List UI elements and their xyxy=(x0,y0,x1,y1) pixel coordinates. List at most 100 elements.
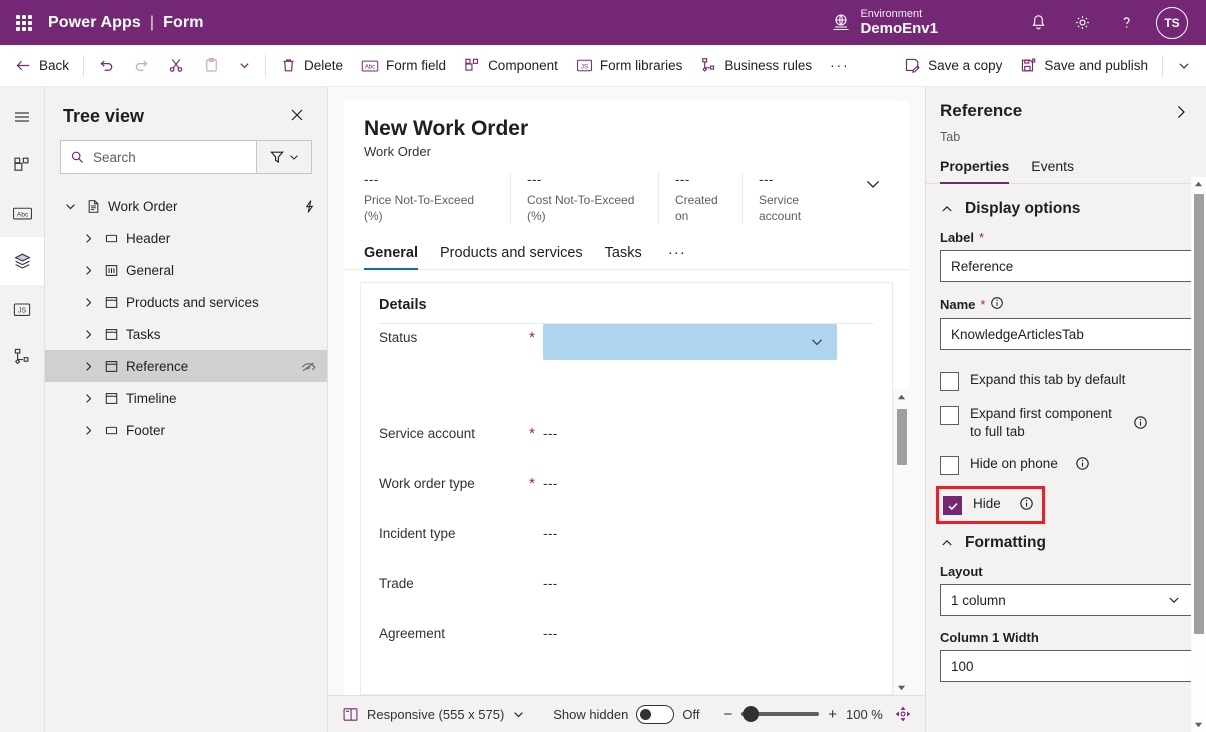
scrollbar-track[interactable] xyxy=(894,405,909,679)
rail-item-fields[interactable]: Abc xyxy=(0,189,44,237)
save-options-button[interactable] xyxy=(1168,50,1200,82)
chevron-right-icon[interactable] xyxy=(77,328,99,341)
tab-properties[interactable]: Properties xyxy=(940,152,1010,184)
chevron-right-icon[interactable] xyxy=(77,424,99,437)
save-and-publish-button[interactable]: Save and publish xyxy=(1011,50,1157,82)
search-input[interactable] xyxy=(93,149,247,165)
column-width-input[interactable] xyxy=(940,650,1192,683)
details-section[interactable]: Details Status * Service account * --- W… xyxy=(360,282,893,695)
scrollbar-thumb[interactable] xyxy=(897,409,907,465)
question-mark-icon[interactable] xyxy=(1106,0,1146,45)
business-rules-button[interactable]: Business rules xyxy=(691,50,821,82)
rail-item-business-rules[interactable] xyxy=(0,333,44,381)
checkbox-hide[interactable]: Hide xyxy=(943,493,1034,517)
zoom-out-button[interactable]: − xyxy=(723,706,732,723)
cut-button[interactable] xyxy=(159,50,194,82)
checkbox-box[interactable] xyxy=(940,456,959,476)
search-box[interactable] xyxy=(60,140,256,174)
chevron-right-icon[interactable] xyxy=(77,232,99,245)
caret-down-icon[interactable] xyxy=(897,679,906,695)
layout-select[interactable]: 1 column xyxy=(940,584,1192,617)
show-hidden-control[interactable]: Show hidden Off xyxy=(553,704,699,724)
rail-item-menu[interactable] xyxy=(0,93,44,141)
label-input[interactable] xyxy=(940,250,1192,282)
name-input[interactable] xyxy=(940,318,1192,350)
tree-node-reference[interactable]: Reference xyxy=(45,350,327,382)
lightning-bolt-icon[interactable] xyxy=(302,199,317,214)
more-commands-button[interactable]: ··· xyxy=(821,50,859,82)
form-field-work-order-type[interactable]: Work order type * --- xyxy=(361,470,892,520)
redo-button[interactable] xyxy=(124,50,159,82)
zoom-slider-thumb[interactable] xyxy=(743,706,760,722)
paste-options-button[interactable] xyxy=(229,50,260,82)
undo-button[interactable] xyxy=(89,50,124,82)
tab-events[interactable]: Events xyxy=(1031,152,1074,183)
chevron-right-icon[interactable] xyxy=(77,296,99,309)
rail-item-components[interactable] xyxy=(0,141,44,189)
chevron-right-icon[interactable] xyxy=(77,392,99,405)
chevron-down-icon[interactable] xyxy=(59,200,81,213)
bell-icon[interactable] xyxy=(1018,0,1058,45)
form-field-trade[interactable]: Trade --- xyxy=(361,570,892,620)
fit-to-screen-icon[interactable] xyxy=(895,706,911,722)
form-field-agreement[interactable]: Agreement --- xyxy=(361,620,892,670)
filter-button[interactable] xyxy=(256,140,312,174)
info-icon[interactable] xyxy=(1133,415,1148,433)
checkbox-hide-on-phone[interactable]: Hide on phone xyxy=(940,448,1192,482)
chevron-right-icon[interactable] xyxy=(77,264,99,277)
tree-node-tasks[interactable]: Tasks xyxy=(45,318,327,350)
properties-vertical-scrollbar[interactable] xyxy=(1191,177,1206,732)
form-field-button[interactable]: Abc Form field xyxy=(352,50,455,82)
screen-size-selector[interactable]: Responsive (555 x 575) xyxy=(342,706,525,723)
tree-node-timeline[interactable]: Timeline xyxy=(45,382,327,414)
back-button[interactable]: Back xyxy=(6,50,78,82)
environment-selector[interactable]: Environment DemoEnv1 xyxy=(831,8,938,38)
delete-button[interactable]: Delete xyxy=(271,50,352,82)
checkbox-box[interactable] xyxy=(940,372,959,391)
component-button[interactable]: Component xyxy=(455,50,567,82)
show-hidden-toggle[interactable] xyxy=(636,704,675,724)
zoom-in-button[interactable]: + xyxy=(828,706,837,723)
tree-node-products-and-services[interactable]: Products and services xyxy=(45,286,327,318)
chevron-right-icon[interactable] xyxy=(77,360,99,373)
info-icon[interactable] xyxy=(1075,456,1090,474)
paste-button[interactable] xyxy=(194,50,229,82)
section-display-options[interactable]: Display options xyxy=(940,200,1192,218)
header-field[interactable]: --- Price Not-To-Exceed (%) xyxy=(364,172,510,224)
checkbox-expand-this-tab-by-default[interactable]: Expand this tab by default xyxy=(940,364,1192,398)
form-tab-products-and-services[interactable]: Products and services xyxy=(440,237,583,269)
checkbox-box[interactable] xyxy=(943,496,962,516)
status-combobox[interactable] xyxy=(543,324,837,361)
form-tab-general[interactable]: General xyxy=(364,237,418,271)
rail-item-tree-view[interactable] xyxy=(0,237,44,285)
form-libraries-button[interactable]: JS Form libraries xyxy=(567,50,692,82)
rail-item-form-libraries[interactable]: JS xyxy=(0,285,44,333)
close-icon[interactable] xyxy=(285,103,309,130)
scrollbar-track[interactable] xyxy=(1191,192,1206,717)
zoom-slider[interactable] xyxy=(741,706,820,722)
header-field[interactable]: --- Created on xyxy=(658,172,742,225)
info-icon[interactable] xyxy=(1019,496,1034,514)
tree-node-header[interactable]: Header xyxy=(45,222,327,254)
tree-node-general[interactable]: General xyxy=(45,254,327,286)
save-a-copy-button[interactable]: Save a copy xyxy=(895,50,1011,82)
checkbox-box[interactable] xyxy=(940,406,959,425)
avatar[interactable]: TS xyxy=(1156,6,1188,39)
gear-icon[interactable] xyxy=(1062,0,1102,45)
app-launcher-icon[interactable] xyxy=(0,14,48,31)
checkbox-expand-first-component-to-full-tab[interactable]: Expand first component to full tab xyxy=(940,398,1192,448)
form-field-service-account[interactable]: Service account * --- xyxy=(361,420,892,470)
form-tab-tasks[interactable]: Tasks xyxy=(605,237,642,269)
scrollbar-thumb[interactable] xyxy=(1193,194,1204,634)
section-formatting[interactable]: Formatting xyxy=(940,534,1192,552)
header-field[interactable]: --- Cost Not-To-Exceed (%) xyxy=(510,172,658,225)
form-tabs-overflow-button[interactable]: ··· xyxy=(664,236,690,269)
caret-down-icon[interactable] xyxy=(1194,717,1203,732)
header-field[interactable]: --- Service account xyxy=(742,172,828,225)
form-field-incident-type[interactable]: Incident type --- xyxy=(361,520,892,570)
info-icon[interactable] xyxy=(990,296,1004,313)
chevron-right-icon[interactable] xyxy=(1170,101,1192,126)
form-vertical-scrollbar[interactable] xyxy=(893,389,909,695)
caret-up-icon[interactable] xyxy=(1194,177,1203,192)
chevron-down-icon[interactable] xyxy=(853,172,889,197)
